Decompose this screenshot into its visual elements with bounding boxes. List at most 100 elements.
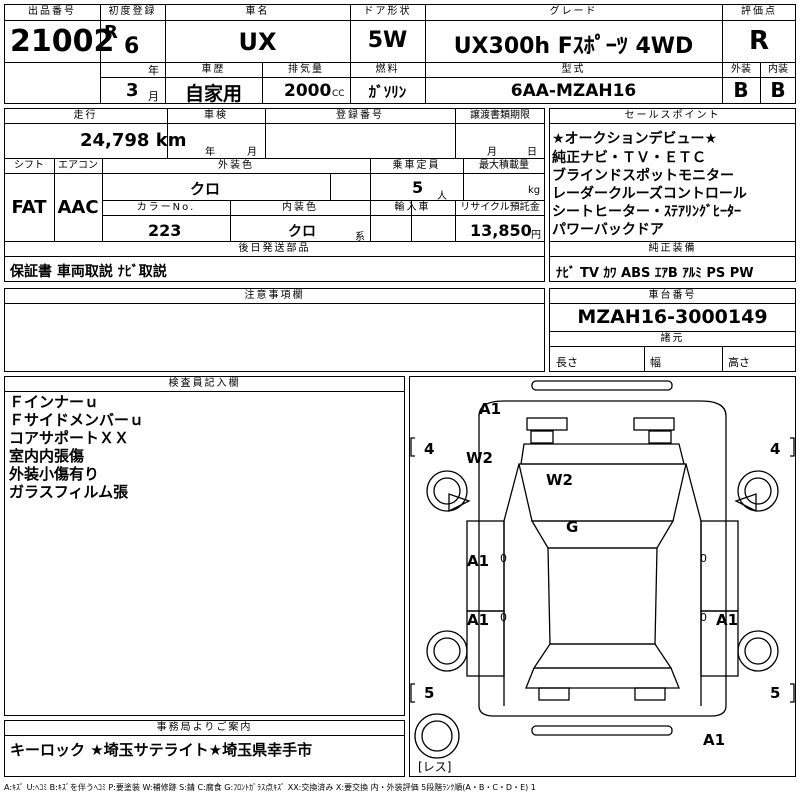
cc-unit: CC [332, 89, 345, 99]
lot-no: 21002 [10, 24, 115, 59]
year-unit: 年 [148, 64, 159, 77]
ac: AAC [57, 197, 99, 218]
equipment-items: ﾅﾋﾞ TV ｶﾜ ABS ｴｱB ｱﾙﾐ PS PW [556, 266, 754, 281]
history-label: 車歴 [201, 64, 226, 75]
chassis-number: MZAH16-3000149 [577, 306, 768, 328]
recycle: 13,850 [470, 221, 532, 240]
shift: FAT [11, 197, 47, 218]
damage-left-fender: W2 [466, 449, 493, 467]
inspector-label: 検査員記入欄 [168, 378, 241, 389]
office-line [4, 735, 405, 736]
sales-point-item: レーダークルーズコントロール [552, 186, 747, 202]
ext-score: B [733, 78, 749, 102]
fuel-label: 燃料 [375, 64, 400, 75]
chassis-label: 車台番号 [648, 290, 697, 301]
recycle-label: リサイクル預託金 [460, 202, 540, 213]
model-label: 型式 [561, 64, 586, 75]
inspection-label: 車検 [204, 110, 228, 121]
tire-rr: 5 [770, 684, 781, 702]
r2-l7 [4, 256, 545, 257]
displacement: 2000 [284, 81, 332, 101]
reg-month: 3 [126, 80, 139, 101]
transfer-day: 日 [527, 147, 537, 158]
inspector-line: コアサポートＸＸ [9, 429, 130, 447]
transfer-label: 譲渡書類期限 [470, 110, 530, 121]
equipment-label: 純正装備 [648, 243, 697, 254]
fuel: ｶﾞｿﾘﾝ [368, 83, 407, 101]
mark-left-rear: 0 [500, 611, 507, 624]
sales-point-label: セールスポイント [624, 110, 721, 121]
ac-label: エアコン [58, 160, 98, 171]
sp-l3 [549, 256, 796, 257]
capacity: 5 [412, 178, 424, 197]
inspector-line: ガラスフィルム張 [9, 483, 129, 501]
inspector-line: Ｆサイドメンバーｕ [9, 411, 145, 429]
ext-color-label: 外装色 [218, 160, 254, 171]
ch-l3 [549, 346, 796, 347]
load-label: 最大積載量 [479, 160, 529, 171]
damage-left-rear-door: A1 [467, 611, 490, 629]
header-label-line [4, 20, 796, 21]
spec-label: 諸元 [660, 333, 685, 344]
inspector-line: 室内内張傷 [9, 447, 85, 465]
int-color-unit: 系 [355, 232, 365, 243]
later-label: 後日発送部品 [238, 243, 311, 254]
reg-year: 6 [124, 34, 140, 59]
reg-no-label: 登録番号 [336, 110, 384, 121]
load-unit: kg [528, 185, 541, 196]
door-label: ドア形状 [363, 6, 412, 17]
tire-rl: 5 [424, 684, 435, 702]
mark-right-front: 0 [700, 552, 707, 565]
tire-fr: 4 [770, 440, 781, 458]
door-type: 5W [367, 28, 408, 53]
tire-fl: 4 [424, 440, 435, 458]
model: 6AA-MZAH16 [510, 81, 637, 101]
spare-label: [レス] [418, 760, 452, 774]
int-color-label: 内装色 [282, 202, 318, 213]
notes-label: 注意事項欄 [244, 290, 305, 301]
damage-right-rear-door: A1 [716, 611, 739, 629]
damage-roof: G [566, 518, 579, 536]
inspector-line: Ｆインナーｕ [9, 393, 100, 411]
sales-point-item: シートヒーター・ｽﾃｱﾘﾝｸﾞﾋｰﾀｰ [552, 204, 741, 220]
color-no: 223 [148, 221, 182, 240]
score: R [748, 26, 770, 56]
mark-right-rear: 0 [700, 611, 707, 624]
ch-l1 [549, 303, 796, 304]
name-label: 車名 [245, 6, 270, 17]
office-text: キーロック ★埼玉サテライト★埼玉県幸手市 [10, 741, 313, 759]
ch-v1 [644, 346, 645, 372]
score-label: 評価点 [741, 6, 777, 17]
car-diagram [410, 380, 795, 759]
legend: A:ｷｽﾞ U:ﾍｺﾐ B:ｷｽﾞを伴うﾍｺﾐ P:要塗装 W:補修跡 S:錆 … [4, 783, 536, 792]
notes-line [4, 303, 545, 304]
lot-line [4, 62, 100, 63]
mileage: 24,798 km [80, 130, 187, 151]
mileage-label: 走行 [73, 110, 98, 121]
sales-point-item: パワーバックドア [552, 222, 664, 238]
displacement-label: 排気量 [288, 64, 324, 75]
int-label: 内装 [768, 64, 788, 75]
spare-text: レス [422, 760, 447, 774]
sp-l1 [549, 123, 796, 124]
width-label: 幅 [650, 356, 661, 369]
import-label: 輸入車 [394, 202, 431, 213]
month-unit: 月 [148, 90, 159, 103]
damage-left-front-door: A1 [467, 552, 490, 570]
shift-label: シフト [14, 160, 44, 171]
recycle-unit: 円 [531, 230, 541, 241]
inspector-line: 外装小傷有り [9, 465, 100, 483]
insp-month-unit: 月 [247, 147, 257, 158]
damage-rear-bumper: A1 [703, 731, 726, 749]
grade: UX300h Fｽﾎﾟｰﾂ 4WD [453, 34, 694, 59]
sales-point-item: ブラインドスポットモニター [552, 168, 734, 184]
history: 自家用 [184, 83, 242, 105]
sales-point-item: 純正ナビ・ＴＶ・ＥＴＣ [552, 150, 706, 166]
ext-label: 外装 [731, 64, 751, 75]
header-midline2 [100, 77, 722, 78]
length-label: 長さ [556, 356, 578, 369]
mark-left-front: 0 [500, 552, 507, 565]
color-no-label: カラーNo. [136, 202, 196, 213]
era: R [104, 22, 118, 43]
damage-hood: W2 [546, 471, 573, 489]
